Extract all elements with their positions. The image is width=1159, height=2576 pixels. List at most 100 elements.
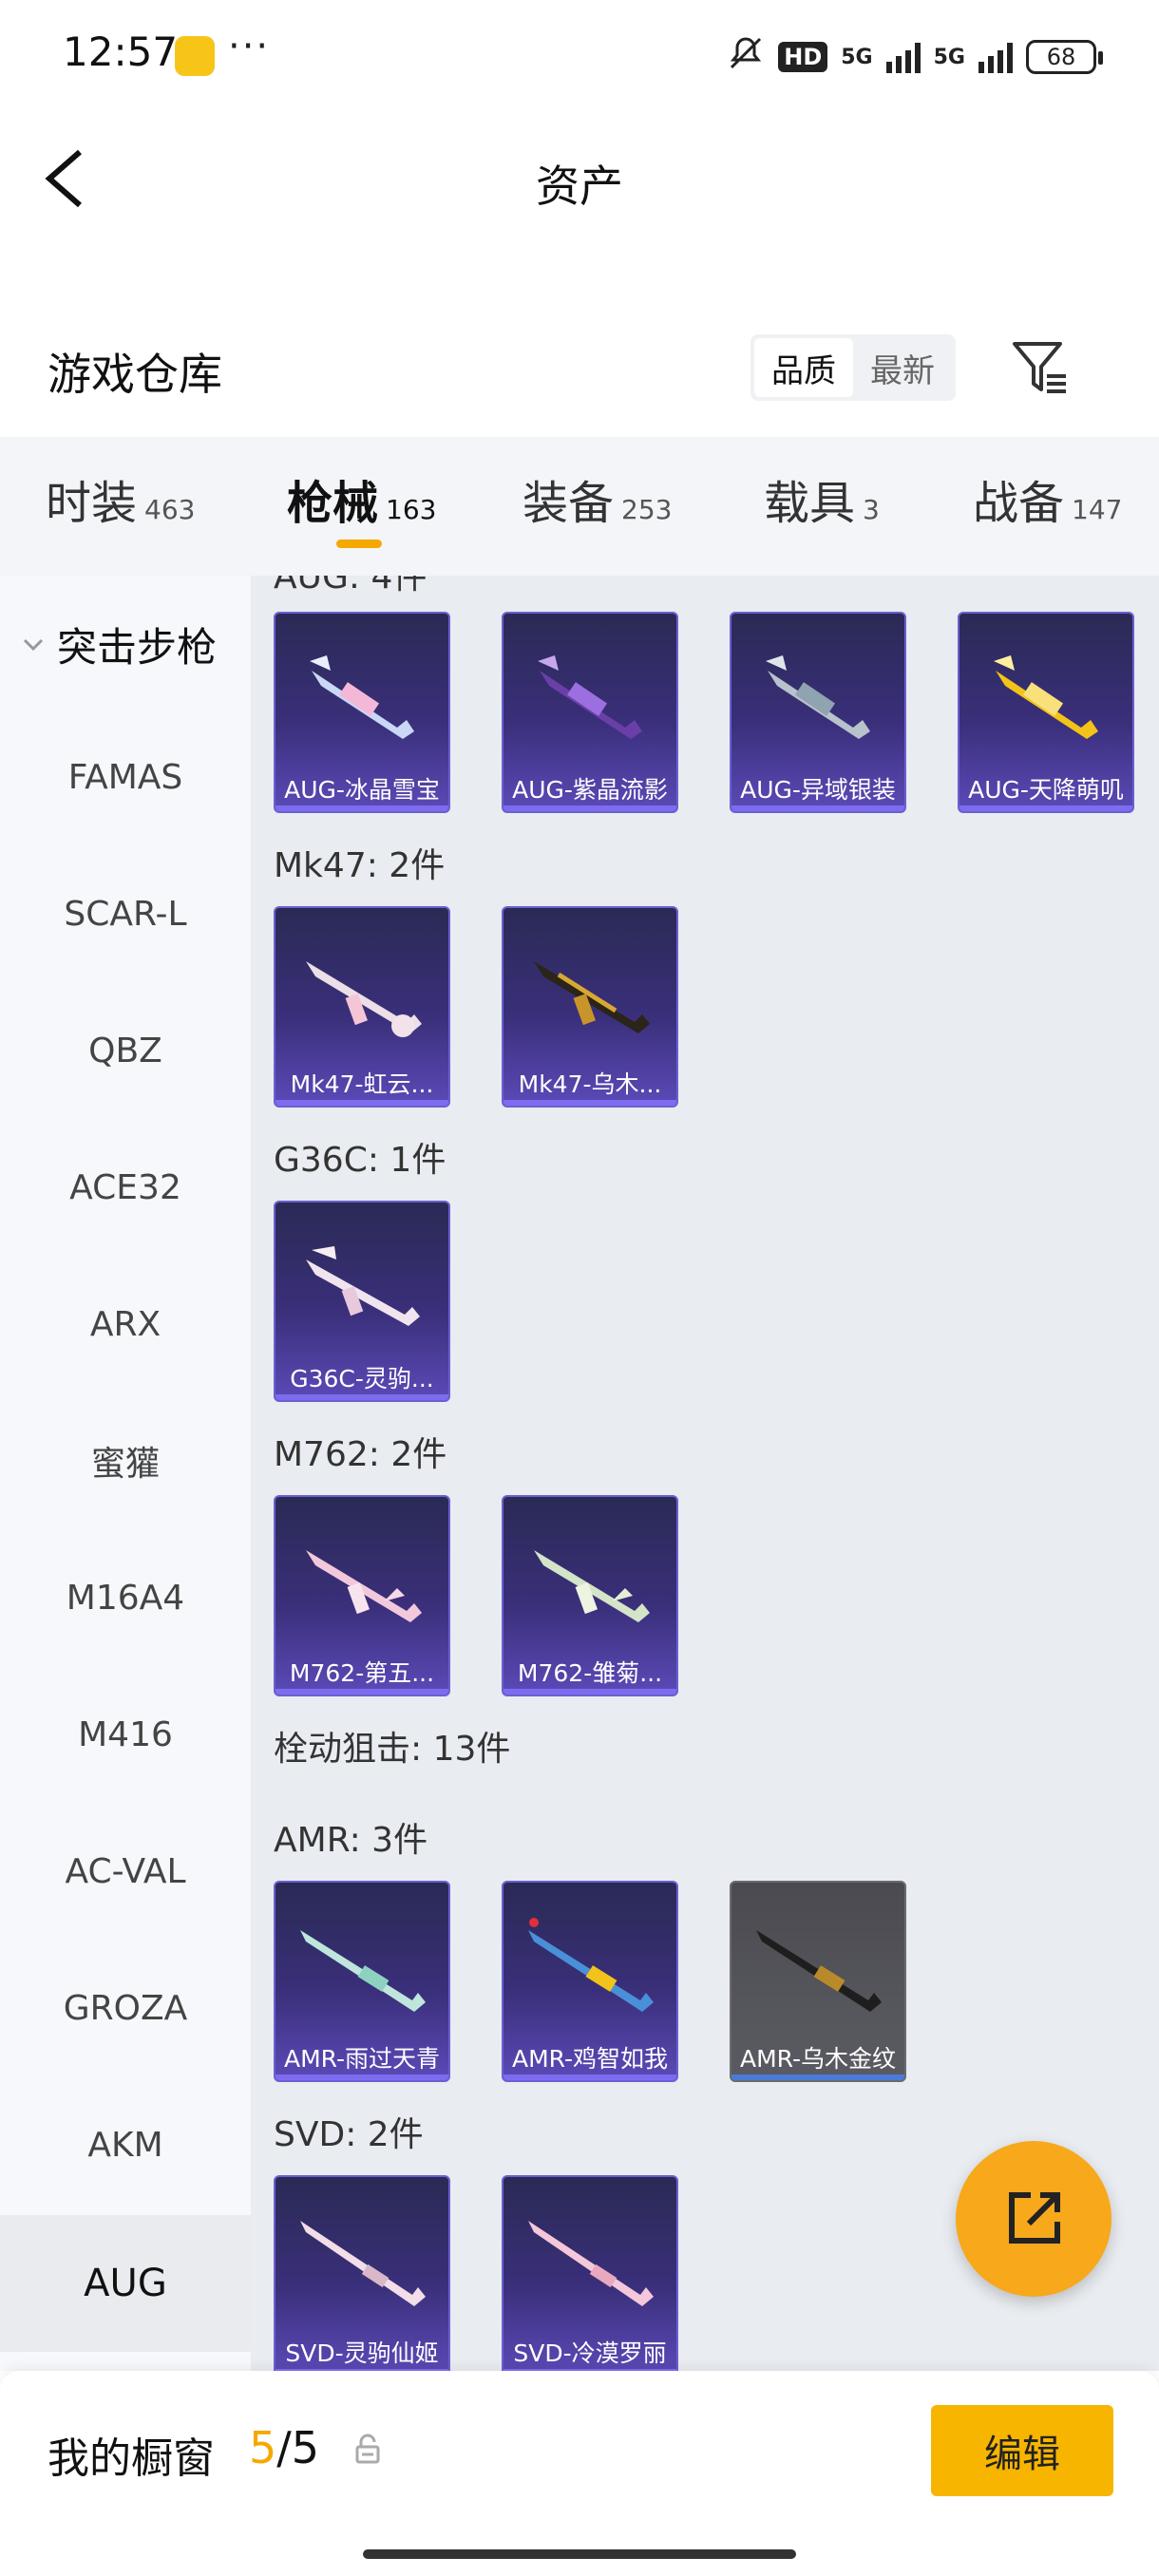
chevron-down-icon [23,638,44,651]
weapon-card-label: M762-第五... [289,1659,435,1687]
weapon-skin-icon [306,1550,422,1622]
weapon-card[interactable]: SVD-灵驹仙姬 [274,2175,450,2371]
hd-icon: HD [778,42,828,72]
rarity-bar [276,1689,448,1695]
home-indicator[interactable] [363,2549,796,2559]
sidebar-item-ace32[interactable]: ACE32 [0,1119,251,1256]
weapon-card[interactable]: G36C-灵驹... [274,1201,450,1402]
weapon-card[interactable]: Mk47-乌木... [502,906,678,1108]
sidebar-group-assault-rifles[interactable]: 突击步枪 [19,616,217,673]
signal-icon [885,41,921,73]
weapon-card-label: AUG-异域银装 [740,776,896,804]
edit-button[interactable]: 编辑 [931,2405,1113,2496]
tab-vehicles[interactable]: 载具 3 [764,465,880,532]
showcase-label: 我的橱窗 [48,2434,215,2483]
tab-fashion[interactable]: 时装 463 [46,465,195,532]
showcase-separator: / [276,2422,292,2473]
weapon-card[interactable]: AMR-雨过天青 [274,1881,450,2082]
tab-equipment[interactable]: 装备 253 [522,465,672,532]
rarity-bar [276,1394,448,1400]
rarity-bar [276,1100,448,1106]
sidebar-item-akm[interactable]: AKM [0,2076,251,2213]
weapon-skin-icon [306,961,422,1037]
weapon-card[interactable]: AMR-鸡智如我 [502,1881,678,2082]
sidebar-item-honey-badger[interactable]: 蜜獾 [0,1392,251,1529]
weapon-card-label: AUG-紫晶流影 [512,776,668,804]
lock-icon[interactable] [353,2434,382,2466]
weapon-card-label: SVD-灵驹仙姬 [285,2339,439,2367]
tab-count: 163 [386,494,437,525]
filter-icon [1013,342,1066,393]
weapon-card[interactable]: Mk47-虹云... [274,906,450,1108]
status-bar: 12:57 ··· HD 5G 5G 68 [0,0,1159,114]
showcase-bar: 我的橱窗 5/5 编辑 [0,2371,1159,2576]
sidebar-group-label: 突击步枪 [57,624,218,671]
weapon-skin-icon [528,1918,654,2012]
weapon-card-label: Mk47-虹云... [290,1070,434,1098]
weapon-skin-icon [300,2221,426,2306]
weapon-card[interactable]: M762-雏菊... [502,1495,678,1696]
mute-icon [727,34,765,80]
tab-count: 3 [863,494,880,525]
tab-label: 装备 [522,477,615,530]
tab-count: 253 [621,494,673,525]
weapon-card[interactable]: AUG-异域银装 [730,612,906,813]
tab-label: 枪械 [287,477,379,530]
sidebar-item-aug[interactable]: AUG [0,2215,251,2352]
weapon-skin-icon [756,1930,882,2012]
weapon-card[interactable]: AUG-冰晶雪宝 [274,612,450,813]
weapon-card-label: G36C-灵驹... [290,1365,434,1392]
weapon-skin-icon [528,2221,654,2306]
sort-newest-button[interactable]: 最新 [853,338,952,397]
rarity-bar [504,1100,676,1106]
group-header-bolt-action-sniper: 栓动狙击: 13件 [274,1730,511,1769]
weapon-skin-icon [534,1550,650,1622]
group-header-mk47: Mk47: 2件 [274,846,446,885]
sidebar-item-m416[interactable]: M416 [0,1666,251,1803]
weapon-card[interactable]: AUG-天降萌叽 [958,612,1134,813]
rarity-bar [732,805,904,811]
sidebar-item-qbz[interactable]: QBZ [0,982,251,1119]
sidebar-item-m16a4[interactable]: M16A4 [0,1529,251,1666]
weapon-card-label: SVD-冷漠罗丽 [513,2339,667,2367]
rarity-bar [732,2074,904,2080]
status-icons: HD 5G 5G 68 [727,34,1103,80]
weapon-card[interactable]: AUG-紫晶流影 [502,612,678,813]
rarity-bar [504,805,676,811]
tab-label: 战备 [973,477,1065,530]
sidebar-item-groza[interactable]: GROZA [0,1940,251,2076]
filter-button[interactable] [1007,334,1074,401]
tab-supplies[interactable]: 战备 147 [973,465,1122,532]
share-fab-button[interactable] [956,2141,1112,2297]
sort-quality-button[interactable]: 品质 [754,338,853,397]
active-tab-indicator [336,540,382,548]
tab-count: 463 [144,494,196,525]
weapon-card[interactable]: SVD-冷漠罗丽 [502,2175,678,2371]
weapon-card-label: AUG-冰晶雪宝 [284,776,440,804]
signal-icon-2 [978,41,1013,73]
rarity-bar [276,2074,448,2080]
showcase-count: 5/5 [249,2422,319,2473]
rarity-bar [504,2074,676,2080]
group-header-svd: SVD: 2件 [274,2115,424,2154]
weapon-card[interactable]: AMR-乌木金纹 [730,1881,906,2082]
sidebar-item-ac-val[interactable]: AC-VAL [0,1803,251,1940]
weapon-grid: AUG: 4件 AUG-冰晶雪宝 AUG-紫晶流影 AUG-异域银装 AUG-天… [251,576,1159,2371]
network-5g-label: 5G [841,45,873,69]
weapon-card-label: M762-雏菊... [517,1659,663,1687]
weapon-card[interactable]: M762-第五... [274,1495,450,1696]
group-header-amr: AMR: 3件 [274,1821,428,1860]
tab-label: 载具 [764,477,856,530]
weapon-skin-icon [766,655,870,739]
weapon-card-label: Mk47-乌木... [518,1070,662,1098]
sidebar-item-scar-l[interactable]: SCAR-L [0,845,251,982]
rarity-bar [960,805,1132,811]
sidebar-item-arx[interactable]: ARX [0,1256,251,1392]
sidebar-item-famas[interactable]: FAMAS [0,709,251,845]
tab-guns[interactable]: 枪械 163 [287,465,436,532]
weapon-skin-icon [994,655,1098,739]
asset-page: 12:57 ··· HD 5G 5G 68 资产 游戏仓库 品质 最新 时装 4… [0,0,1159,2576]
rarity-bar [504,1689,676,1695]
weapon-skin-icon [310,655,414,739]
weapon-card-label: AMR-乌木金纹 [739,2045,897,2073]
